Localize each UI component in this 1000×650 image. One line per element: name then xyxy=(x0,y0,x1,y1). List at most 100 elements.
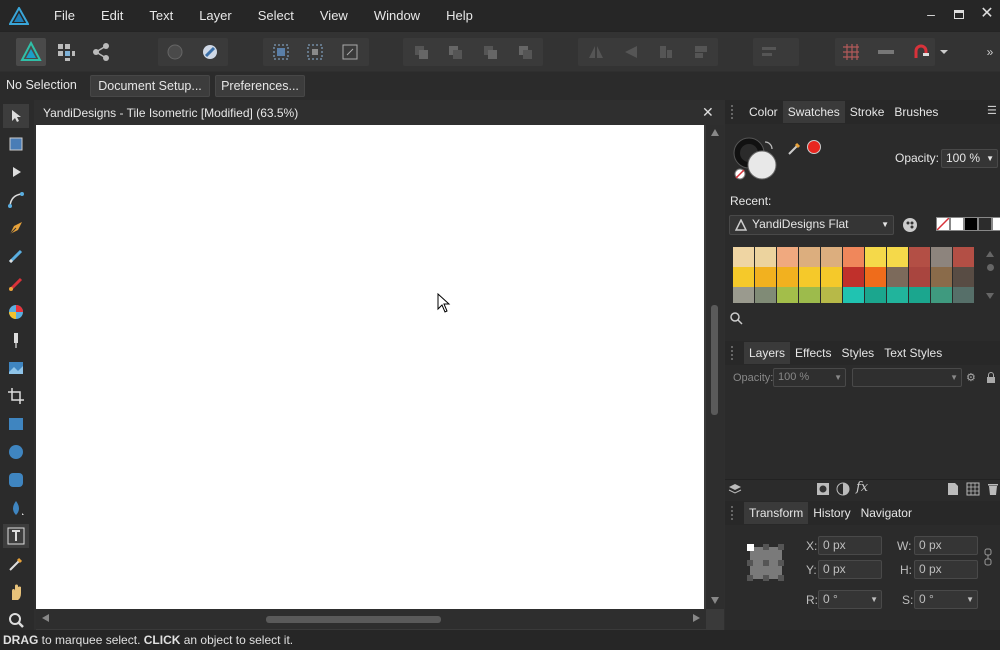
tab-brushes[interactable]: Brushes xyxy=(889,101,943,123)
y-field[interactable]: 0 px xyxy=(818,560,882,579)
artboard-tool-icon[interactable] xyxy=(3,132,29,156)
scroll-left-icon[interactable] xyxy=(42,614,49,622)
minimize-button[interactable]: – xyxy=(921,4,941,24)
close-window-button[interactable]: ✕ xyxy=(977,4,997,24)
swatch[interactable] xyxy=(843,267,864,288)
swatch[interactable] xyxy=(733,247,754,268)
vertical-scrollbar[interactable] xyxy=(706,125,724,609)
swatch[interactable] xyxy=(887,247,908,268)
swatch[interactable] xyxy=(755,267,776,288)
palette-select[interactable]: YandiDesigns Flat ▼ xyxy=(729,215,894,235)
swatch[interactable] xyxy=(799,247,820,268)
swatch[interactable] xyxy=(755,247,776,268)
rotation-field[interactable]: 0 ° ▼ xyxy=(818,590,882,609)
fill-stroke-well[interactable] xyxy=(732,136,780,185)
transparency-tool-icon[interactable] xyxy=(3,328,29,352)
pixel-persona-icon[interactable] xyxy=(55,42,77,62)
swatch[interactable] xyxy=(909,287,930,303)
swatch[interactable] xyxy=(799,287,820,303)
horizontal-scrollbar[interactable] xyxy=(36,609,706,629)
scroll-up-icon[interactable] xyxy=(711,129,719,136)
corner-tool-icon[interactable] xyxy=(3,188,29,212)
panel-grip-icon[interactable] xyxy=(731,506,739,520)
swatch[interactable] xyxy=(755,287,776,303)
swatches-scroll-thumb[interactable] xyxy=(987,264,994,271)
swatch[interactable] xyxy=(953,247,974,268)
tab-text-styles[interactable]: Text Styles xyxy=(879,342,947,364)
sync-icon[interactable] xyxy=(164,42,186,62)
menu-layer[interactable]: Layer xyxy=(199,8,232,23)
swatch[interactable] xyxy=(821,287,842,303)
node-tool-icon[interactable] xyxy=(3,160,29,184)
menu-view[interactable]: View xyxy=(320,8,348,23)
maximize-button[interactable] xyxy=(949,4,969,24)
swatch[interactable] xyxy=(865,267,886,288)
select-bounds-icon[interactable] xyxy=(270,42,292,62)
tab-effects[interactable]: Effects xyxy=(790,342,836,364)
layers-stack-icon[interactable] xyxy=(728,482,742,499)
swatch[interactable] xyxy=(931,287,952,303)
move-to-back-icon[interactable] xyxy=(410,42,432,62)
opacity-field[interactable]: 100 % ▼ xyxy=(941,149,998,168)
close-document-icon[interactable]: ✕ xyxy=(702,104,714,121)
delete-layer-icon[interactable] xyxy=(987,482,999,499)
select-content-icon[interactable] xyxy=(304,42,326,62)
move-back-one-icon[interactable] xyxy=(444,42,466,62)
fill-tool-icon[interactable] xyxy=(3,300,29,324)
recent-swatch[interactable] xyxy=(992,217,1000,231)
palette-options-icon[interactable] xyxy=(901,216,919,237)
add-pixel-layer-icon[interactable] xyxy=(966,482,980,499)
panel-grip-icon[interactable] xyxy=(731,346,739,360)
move-to-front-icon[interactable] xyxy=(514,42,536,62)
swatch[interactable] xyxy=(953,267,974,288)
color-picker-tool-icon[interactable] xyxy=(3,552,29,576)
menu-text[interactable]: Text xyxy=(149,8,173,23)
preferences-button[interactable]: Preferences... xyxy=(215,75,305,97)
swatch[interactable] xyxy=(909,267,930,288)
tab-layers[interactable]: Layers xyxy=(744,342,791,364)
flip-horizontal-icon[interactable] xyxy=(585,42,607,62)
swatch[interactable] xyxy=(843,247,864,268)
rotate-right-icon[interactable] xyxy=(690,42,712,62)
pixel-grid-icon[interactable] xyxy=(840,42,862,62)
fx-effects-icon[interactable]: fx xyxy=(856,480,868,495)
menu-help[interactable]: Help xyxy=(446,8,473,23)
force-pixel-alignment-icon[interactable] xyxy=(875,42,897,62)
swatch[interactable] xyxy=(865,287,886,303)
snapping-magnet-icon[interactable] xyxy=(910,42,932,62)
view-tool-icon[interactable] xyxy=(3,580,29,604)
flip-vertical-icon[interactable] xyxy=(620,42,642,62)
designer-persona-button[interactable] xyxy=(16,38,46,66)
export-persona-icon[interactable] xyxy=(90,42,112,62)
move-tool-icon[interactable] xyxy=(3,104,29,128)
transform-origin-icon[interactable] xyxy=(339,42,361,62)
tab-swatches[interactable]: Swatches xyxy=(782,101,845,123)
layer-settings-gear-icon[interactable]: ⚙ xyxy=(966,371,976,384)
swatch[interactable] xyxy=(931,267,952,288)
add-layer-icon[interactable] xyxy=(947,482,959,499)
swatch[interactable] xyxy=(843,287,864,303)
menu-window[interactable]: Window xyxy=(374,8,420,23)
vertical-scroll-thumb[interactable] xyxy=(711,305,718,415)
x-field[interactable]: 0 px xyxy=(818,536,882,555)
crop-tool-icon[interactable] xyxy=(3,384,29,408)
width-field[interactable]: 0 px xyxy=(914,536,978,555)
swatch[interactable] xyxy=(865,247,886,268)
adjustment-icon[interactable] xyxy=(836,482,850,499)
zoom-tool-icon[interactable] xyxy=(3,608,29,632)
shapes-tool-icon[interactable] xyxy=(3,496,29,520)
move-forward-one-icon[interactable] xyxy=(479,42,501,62)
vector-brush-tool-icon[interactable] xyxy=(3,272,29,296)
height-field[interactable]: 0 px xyxy=(914,560,978,579)
mask-layer-icon[interactable] xyxy=(816,482,830,499)
recent-swatch[interactable] xyxy=(964,217,978,231)
document-setup-button[interactable]: Document Setup... xyxy=(90,75,210,97)
document-tab[interactable]: YandiDesigns - Tile Isometric [Modified]… xyxy=(36,100,724,125)
rectangle-tool-icon[interactable] xyxy=(3,412,29,436)
swatch[interactable] xyxy=(953,287,974,303)
swatch[interactable] xyxy=(887,267,908,288)
menu-select[interactable]: Select xyxy=(258,8,294,23)
scroll-right-icon[interactable] xyxy=(693,614,700,622)
recent-none-swatch[interactable] xyxy=(936,217,950,231)
swatch[interactable] xyxy=(777,267,798,288)
